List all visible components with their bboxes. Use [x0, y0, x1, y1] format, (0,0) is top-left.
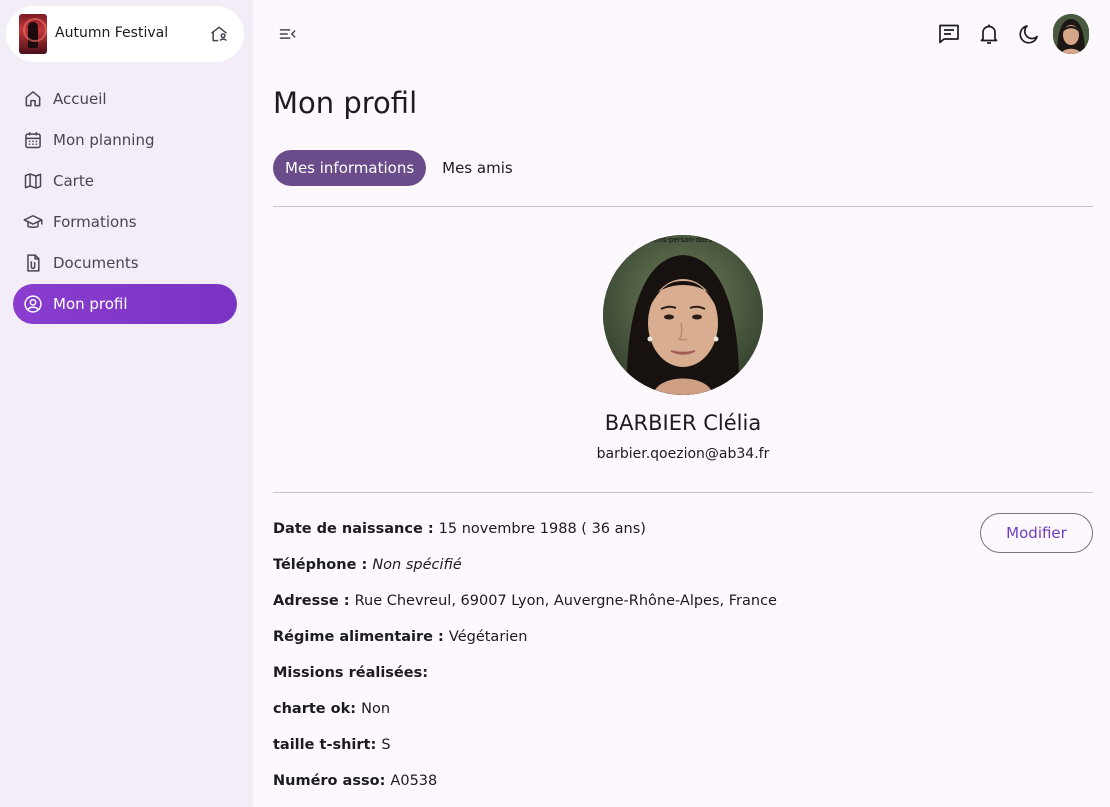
profile-name: BARBIER Clélia	[604, 411, 762, 435]
sidebar: Autumn Festival Accueil Mon planning Car…	[0, 0, 253, 807]
sidebar-item-planning[interactable]: Mon planning	[13, 120, 237, 160]
festival-logo	[19, 14, 47, 54]
info-row-asso-number: Numéro asso: A0538	[273, 773, 953, 807]
moon-icon[interactable]	[1017, 22, 1041, 46]
sidebar-item-label: Carte	[53, 172, 94, 190]
field-label: charte ok:	[273, 701, 362, 717]
sidebar-item-label: Mon profil	[53, 295, 128, 313]
graduation-cap-icon	[23, 212, 43, 232]
event-switcher[interactable]: Autumn Festival	[6, 6, 244, 62]
profile-photo: this-person-does	[603, 235, 763, 395]
field-value: Non spécifié	[372, 557, 462, 573]
info-row-address: Adresse : Rue Chevreul, 69007 Lyon, Auve…	[273, 593, 953, 629]
field-label: Numéro asso:	[273, 773, 391, 789]
calendar-icon	[23, 130, 43, 150]
info-row-diet: Régime alimentaire : Végétarien	[273, 629, 953, 665]
document-clip-icon	[23, 253, 43, 273]
tab-mes-informations[interactable]: Mes informations	[273, 150, 427, 186]
profile-email: barbier.qoezion@ab34.fr	[596, 446, 770, 462]
map-icon	[23, 171, 43, 191]
info-row-charter: charte ok: Non	[273, 701, 953, 737]
event-name: Autumn Festival	[55, 25, 169, 41]
field-label: taille t-shirt:	[273, 737, 382, 753]
field-label: Régime alimentaire :	[273, 629, 449, 645]
field-value: Végétarien	[448, 629, 528, 645]
field-label: Date de naissance :	[273, 521, 439, 537]
sidebar-item-profil[interactable]: Mon profil	[13, 284, 237, 324]
profile-tabs: Mes informations Mes amis	[273, 150, 529, 186]
user-avatar[interactable]	[1053, 14, 1089, 54]
field-label: Adresse :	[273, 593, 355, 609]
edit-profile-button[interactable]: Modifier	[980, 513, 1093, 553]
divider	[273, 492, 1093, 493]
main-nav: Accueil Mon planning Carte Formations Do…	[13, 79, 237, 325]
divider	[273, 206, 1093, 207]
page-title: Mon profil	[273, 86, 418, 120]
field-label: Téléphone :	[273, 557, 373, 573]
field-value: Non	[361, 701, 391, 717]
sidebar-item-carte[interactable]: Carte	[13, 161, 237, 201]
field-value: S	[381, 737, 391, 753]
home-person-icon[interactable]	[209, 24, 229, 44]
bell-icon[interactable]	[977, 22, 1001, 46]
field-value: 15 novembre 1988 ( 36 ans)	[438, 521, 646, 537]
sidebar-item-formations[interactable]: Formations	[13, 202, 237, 242]
tab-mes-amis[interactable]: Mes amis	[430, 150, 525, 186]
sidebar-item-accueil[interactable]: Accueil	[13, 79, 237, 119]
sidebar-item-label: Accueil	[53, 90, 107, 108]
sidebar-item-label: Formations	[53, 213, 137, 231]
info-row-birthdate: Date de naissance : 15 novembre 1988 ( 3…	[273, 521, 953, 557]
info-row-tshirt: taille t-shirt: S	[273, 737, 953, 773]
profile-info: Date de naissance : 15 novembre 1988 ( 3…	[273, 521, 953, 807]
sidebar-item-documents[interactable]: Documents	[13, 243, 237, 283]
info-row-missions: Missions réalisées:	[273, 665, 953, 701]
sidebar-item-label: Mon planning	[53, 131, 155, 149]
chat-icon[interactable]	[937, 22, 961, 46]
menu-collapse-icon[interactable]	[278, 24, 298, 44]
sidebar-item-label: Documents	[53, 254, 139, 272]
field-label: Missions réalisées:	[273, 665, 429, 681]
home-icon	[23, 89, 43, 109]
account-circle-icon	[23, 294, 43, 314]
field-value: A0538	[390, 773, 438, 789]
field-value: Rue Chevreul, 69007 Lyon, Auvergne-Rhône…	[354, 593, 777, 609]
info-row-phone: Téléphone : Non spécifié	[273, 557, 953, 593]
photo-caption: this-person-does	[653, 236, 713, 244]
